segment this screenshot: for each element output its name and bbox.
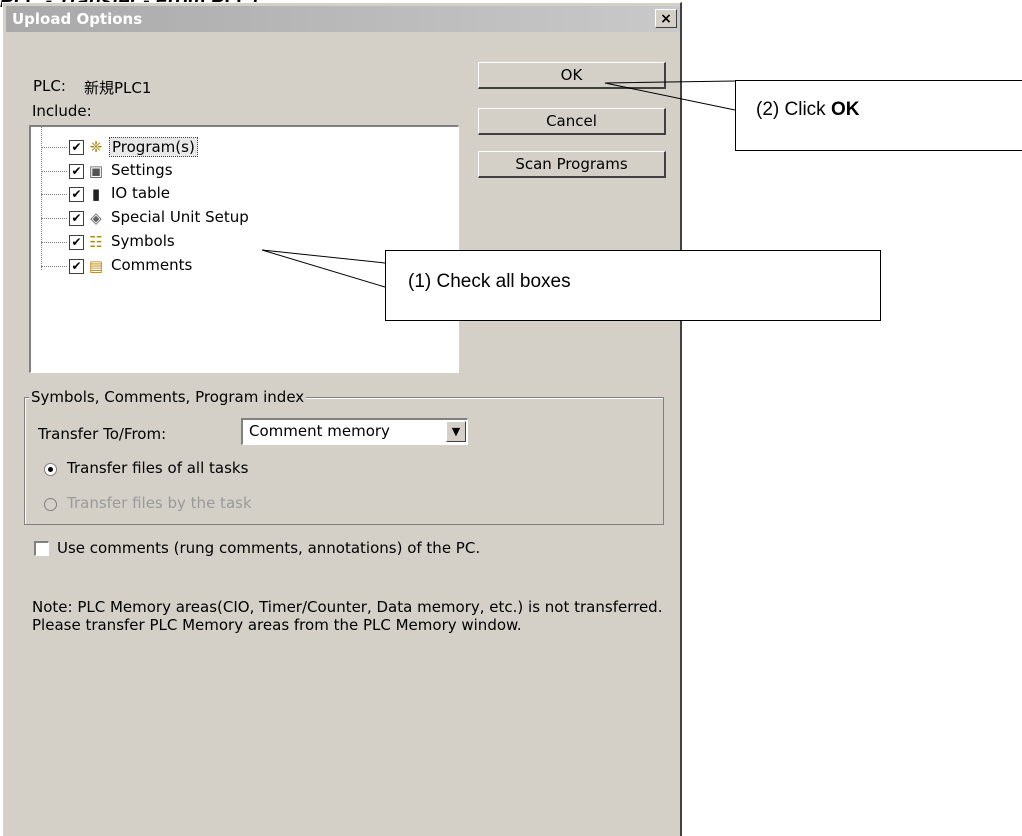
callout-check-text: (1) Check all boxes [408, 271, 571, 292]
callout-click-ok: (2) Click OK [735, 80, 1022, 151]
callout-ok-bold: OK [830, 99, 860, 120]
callout-check-boxes: (1) Check all boxes [385, 250, 881, 321]
callout-click-ok-text: (2) Click [756, 99, 831, 120]
